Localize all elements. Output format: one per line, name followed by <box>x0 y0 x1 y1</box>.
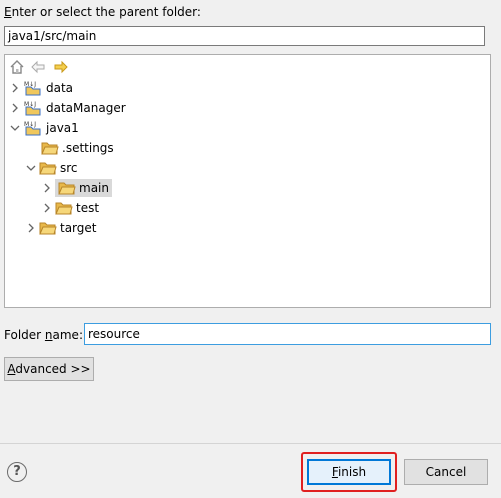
parent-folder-input[interactable]: java1/src/main <box>4 26 485 46</box>
tree-item-label: target <box>60 221 97 235</box>
parent-folder-label: Enter or select the parent folder: <box>4 5 201 19</box>
tree-item-datamanager[interactable]: M↓J dataManager <box>9 99 126 117</box>
tree-item-main[interactable]: main <box>41 179 112 197</box>
folder-tree-panel[interactable]: M↓J data M↓J dataManager M↓J java1 .sett… <box>4 54 491 308</box>
tree-item-data[interactable]: M↓J data <box>9 79 73 97</box>
finish-button[interactable]: Finish <box>307 459 391 485</box>
help-icon[interactable]: ? <box>7 462 27 482</box>
back-arrow-icon[interactable] <box>30 59 46 75</box>
tree-item-src[interactable]: src <box>25 159 78 177</box>
tree-item-label: dataManager <box>46 101 126 115</box>
tree-item-java1[interactable]: M↓J java1 <box>9 119 79 137</box>
chevron-right-icon[interactable] <box>25 222 37 234</box>
folder-open-icon <box>58 181 76 195</box>
java-project-icon: M↓J <box>23 80 43 96</box>
tree-item-label: java1 <box>46 121 79 135</box>
tree-item-label: .settings <box>62 141 114 155</box>
chevron-down-icon[interactable] <box>25 162 37 174</box>
folder-name-input[interactable] <box>84 323 491 345</box>
tree-item-target[interactable]: target <box>25 219 97 237</box>
folder-icon <box>41 141 59 155</box>
folder-open-icon <box>55 201 73 215</box>
chevron-right-icon[interactable] <box>41 182 53 194</box>
tree-item-settings[interactable]: .settings <box>41 139 114 157</box>
folder-open-icon <box>39 221 57 235</box>
cancel-button[interactable]: Cancel <box>404 459 488 485</box>
home-icon[interactable] <box>9 59 25 75</box>
tree-item-test[interactable]: test <box>41 199 99 217</box>
tree-item-label: main <box>79 181 109 195</box>
chevron-right-icon[interactable] <box>9 82 21 94</box>
java-project-icon: M↓J <box>23 100 43 116</box>
folder-open-icon <box>39 161 57 175</box>
tree-item-label: src <box>60 161 78 175</box>
chevron-down-icon[interactable] <box>9 122 21 134</box>
footer-divider <box>0 443 501 444</box>
chevron-right-icon[interactable] <box>41 202 53 214</box>
advanced-button[interactable]: Advanced >> <box>4 357 94 381</box>
folder-name-label: Folder name: <box>4 328 83 342</box>
chevron-right-icon[interactable] <box>9 102 21 114</box>
tree-item-label: test <box>76 201 100 215</box>
selected-item-highlight[interactable]: main <box>55 179 112 197</box>
java-project-icon: M↓J <box>23 120 43 136</box>
tree-item-label: data <box>46 81 74 95</box>
forward-arrow-icon[interactable] <box>53 59 69 75</box>
